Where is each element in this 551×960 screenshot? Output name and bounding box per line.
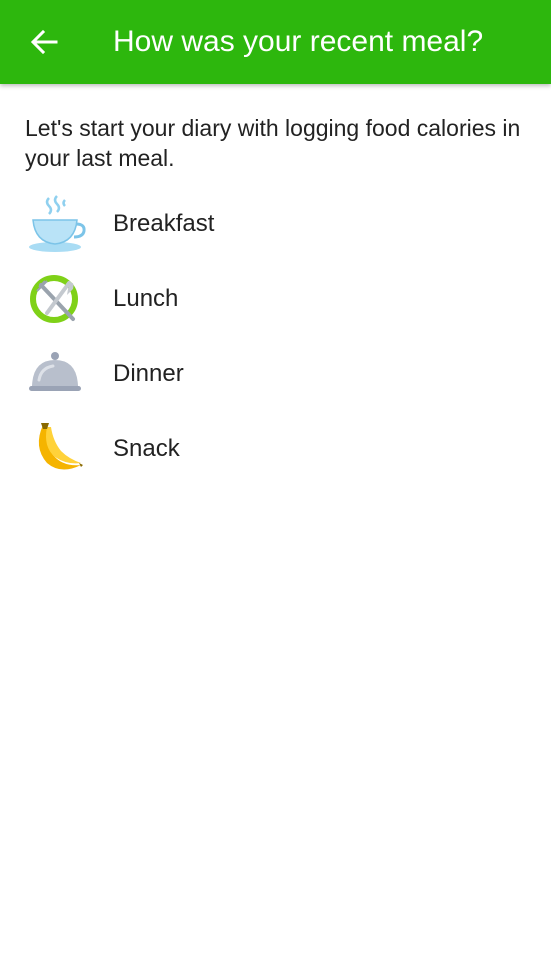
page-title: How was your recent meal? xyxy=(113,25,484,58)
app-bar: How was your recent meal? xyxy=(0,0,551,84)
meal-item-dinner[interactable]: Dinner xyxy=(0,336,551,411)
meal-item-lunch[interactable]: Lunch xyxy=(0,261,551,336)
coffee-cup-icon xyxy=(29,195,86,252)
intro-text: Let's start your diary with logging food… xyxy=(25,115,521,171)
meal-item-breakfast[interactable]: Breakfast xyxy=(0,186,551,261)
meal-label: Snack xyxy=(113,435,180,462)
arrow-left-icon xyxy=(30,29,58,55)
meal-label: Breakfast xyxy=(113,210,215,237)
meal-list: Breakfast Lunch Dinner Snack xyxy=(0,186,551,486)
fork-knife-icon xyxy=(30,275,78,323)
back-button[interactable] xyxy=(22,20,66,64)
meal-label: Dinner xyxy=(113,360,184,387)
meal-label: Lunch xyxy=(113,285,179,312)
meal-item-snack[interactable]: Snack xyxy=(0,411,551,486)
banana-icon xyxy=(38,423,83,470)
cloche-icon xyxy=(29,352,81,391)
